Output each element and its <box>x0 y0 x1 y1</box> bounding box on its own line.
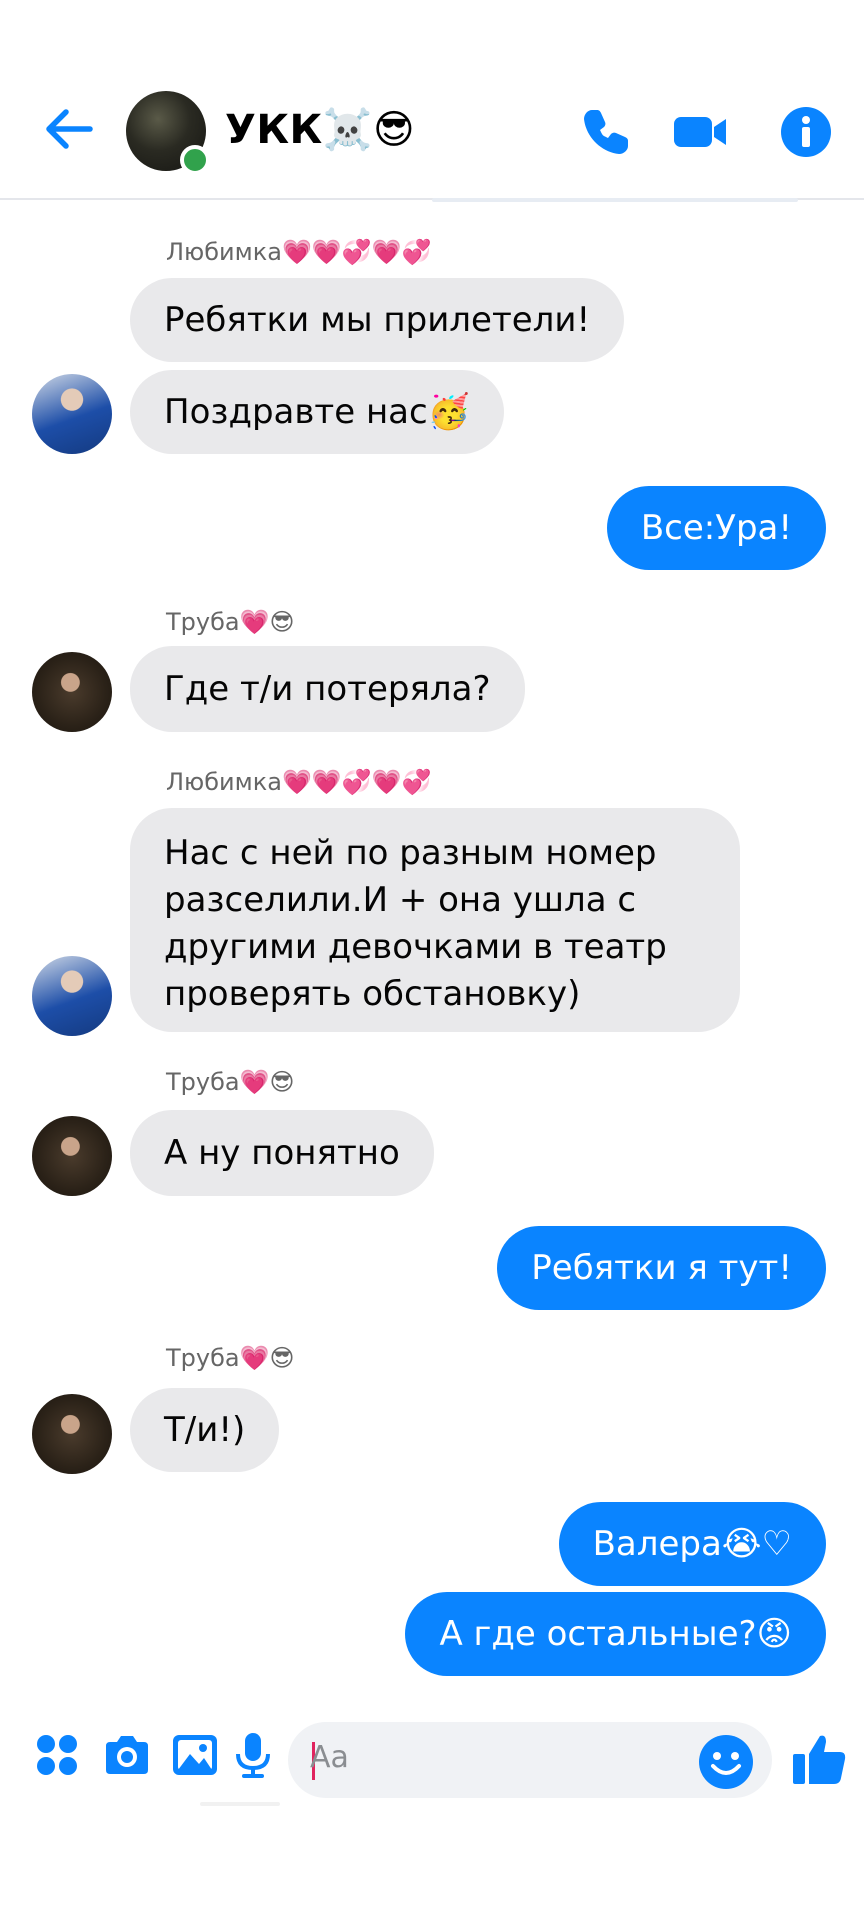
scroll-peek <box>432 198 798 202</box>
sender-name: Любимка💗💗💞💗💞 <box>166 768 432 796</box>
avatar[interactable] <box>32 652 112 732</box>
incoming-message[interactable]: А ну понятно <box>130 1110 434 1196</box>
sender-name: Труба💗😎 <box>166 1068 295 1096</box>
phone-icon[interactable] <box>578 104 634 160</box>
back-arrow-icon[interactable] <box>40 100 98 158</box>
camera-icon[interactable] <box>102 1730 152 1780</box>
avatar[interactable] <box>32 956 112 1036</box>
sender-name: Труба💗😎 <box>166 1344 295 1372</box>
sender-name: Любимка💗💗💞💗💞 <box>166 238 432 266</box>
chat-title[interactable]: УКК☠️😎 <box>225 106 415 153</box>
outgoing-message[interactable]: Ребятки я тут! <box>497 1226 826 1310</box>
incoming-message[interactable]: Где т/и потеряла? <box>130 646 525 732</box>
thumbs-up-icon[interactable] <box>790 1730 848 1788</box>
avatar[interactable] <box>32 1116 112 1196</box>
group-avatar[interactable] <box>126 91 210 175</box>
chat-header: УКК☠️😎 <box>0 0 864 200</box>
outgoing-message[interactable]: Все:Ура! <box>606 486 826 570</box>
gesture-hint <box>200 1802 280 1806</box>
message-input-placeholder: Aa <box>310 1740 349 1775</box>
outgoing-message[interactable]: Валера😭♡ <box>558 1502 826 1586</box>
video-camera-icon[interactable] <box>672 104 728 160</box>
avatar[interactable] <box>32 374 112 454</box>
info-icon[interactable] <box>778 104 834 160</box>
microphone-icon[interactable] <box>228 1730 278 1780</box>
online-status-dot <box>180 145 210 175</box>
avatar[interactable] <box>32 1394 112 1474</box>
incoming-message[interactable]: Ребятки мы прилетели! <box>130 278 625 362</box>
outgoing-message[interactable]: А где остальные?😡 <box>405 1592 826 1676</box>
emoji-icon[interactable] <box>698 1734 754 1790</box>
sender-name: Труба💗😎 <box>166 608 295 636</box>
incoming-message[interactable]: Нас с ней по разным номер разселили.И + … <box>130 808 740 1032</box>
apps-icon[interactable] <box>32 1730 82 1780</box>
image-icon[interactable] <box>170 1730 220 1780</box>
incoming-message[interactable]: Т/и!) <box>130 1388 280 1472</box>
incoming-message[interactable]: Поздравте нас🥳 <box>130 370 505 454</box>
